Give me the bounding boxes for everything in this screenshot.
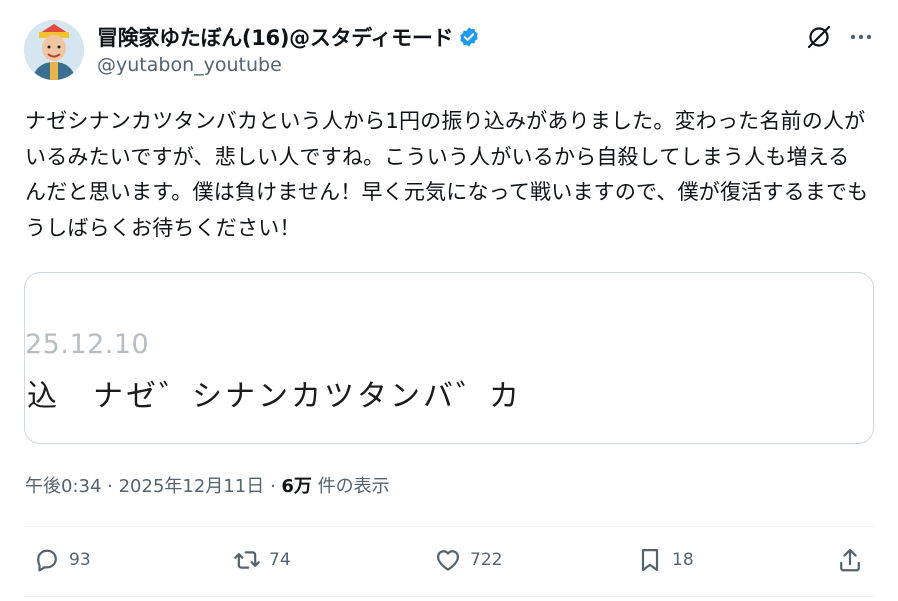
meta-separator: · <box>101 476 119 497</box>
tweet-text: ナゼシナンカツタンバカという人から1円の振り込みがありました。変わった名前の人が… <box>25 109 869 240</box>
media-transfer-text: 込 ナゼ゛シナンカツタンバ゛カ <box>27 379 522 414</box>
divider <box>24 596 874 597</box>
reply-icon <box>37 549 57 572</box>
like-button[interactable]: 722 <box>434 546 502 574</box>
reply-count: 93 <box>69 550 91 570</box>
tweet-meta: 午後0:34 · 2025年12月11日 · 6万 件の表示 <box>25 472 390 498</box>
share-icon <box>840 548 860 572</box>
repost-count: 74 <box>269 550 291 570</box>
bookmark-count: 18 <box>672 550 694 570</box>
media-date-text: 25.12.10 <box>25 329 150 360</box>
reply-button[interactable]: 93 <box>33 546 91 574</box>
bookmark-icon <box>641 548 659 572</box>
view-count-label: 件の表示 <box>311 476 390 497</box>
like-count: 722 <box>470 550 503 570</box>
divider <box>24 526 874 527</box>
media-image[interactable]: 25.12.10 込 ナゼ゛シナンカツタンバ゛カ <box>24 272 874 444</box>
repost-button[interactable]: 74 <box>233 546 291 574</box>
bookmark-button[interactable]: 18 <box>636 546 694 574</box>
verified-badge-icon <box>458 26 480 48</box>
share-button[interactable] <box>836 546 864 574</box>
author-name-row: 冒険家ゆたぼん(16)@スタディモード <box>97 22 480 52</box>
grok-icon[interactable] <box>806 24 832 50</box>
meta-separator: · <box>264 476 282 497</box>
view-count: 6万 <box>281 476 312 497</box>
avatar[interactable] <box>24 20 84 80</box>
tweet-date[interactable]: 2025年12月11日 <box>119 476 265 497</box>
more-options-icon[interactable] <box>848 26 874 48</box>
tweet-time[interactable]: 午後0:34 <box>25 476 101 497</box>
author-handle[interactable]: @yutabon_youtube <box>97 54 282 76</box>
repost-icon <box>234 551 260 569</box>
author-name[interactable]: 冒険家ゆたぼん(16)@スタディモード <box>97 22 454 52</box>
heart-icon <box>436 550 460 571</box>
